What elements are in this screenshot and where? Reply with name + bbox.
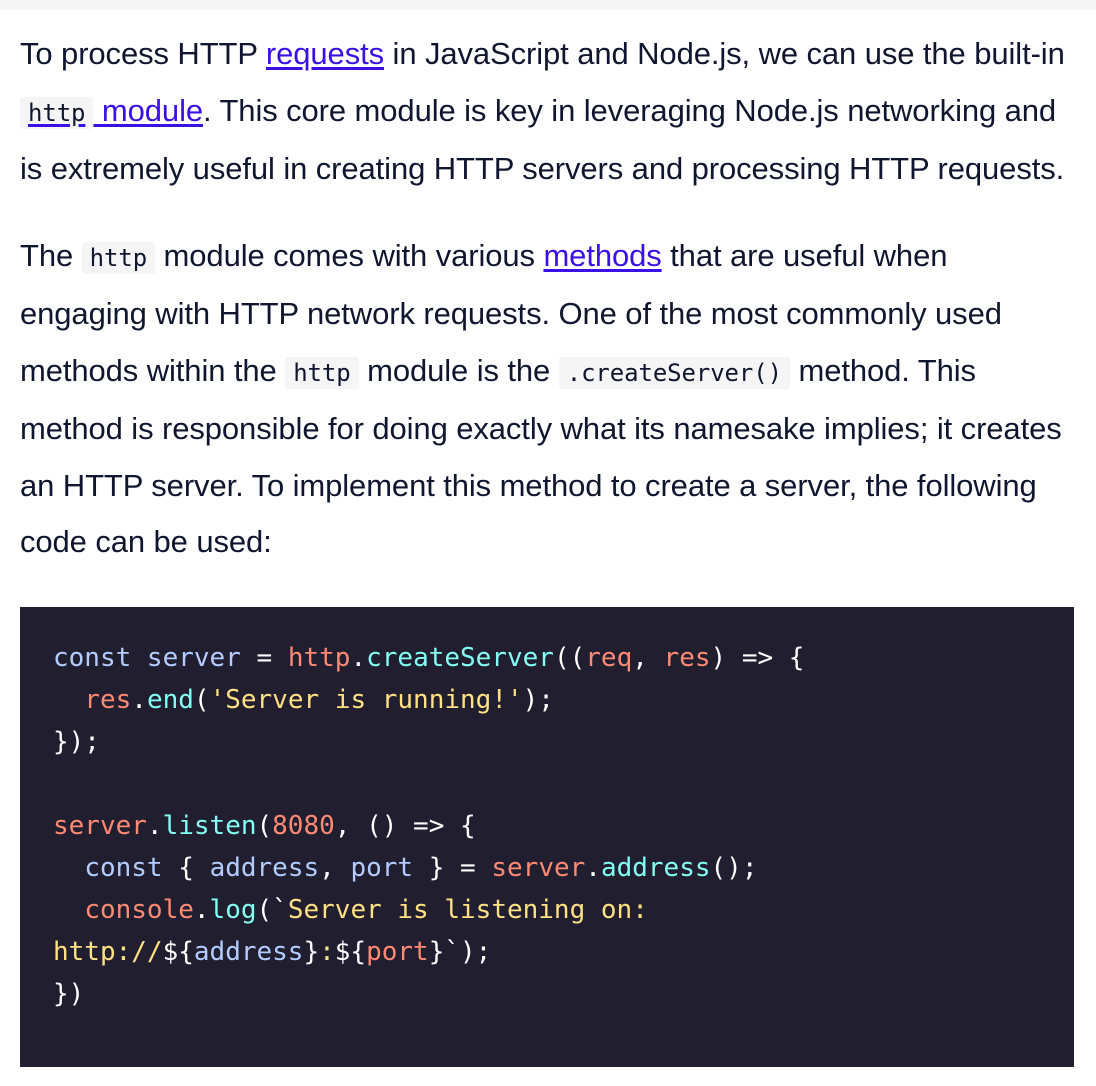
methods-paragraph: The http module comes with various metho…: [20, 228, 1076, 571]
http-inline-code: http: [20, 96, 94, 129]
article-body: To process HTTP requests in JavaScript a…: [0, 26, 1096, 1067]
code-line: server.listen(8080, () => {: [53, 810, 476, 841]
module-link-text: module: [93, 92, 203, 128]
code-line: console.log(`Server is listening on:: [84, 894, 648, 925]
text: To process HTTP: [20, 36, 266, 71]
text: module is the: [358, 352, 559, 388]
code-block: const server = http.createServer((req, r…: [20, 606, 1074, 1067]
code-line: }): [53, 978, 85, 1009]
methods-link[interactable]: methods: [543, 238, 661, 273]
code-line: const server = http.createServer((req, r…: [53, 642, 805, 673]
text: in JavaScript and Node.js, we can use th…: [384, 36, 1065, 71]
text: module comes with various: [155, 237, 544, 273]
top-bar: [0, 0, 1096, 10]
code-line: const { address, port } = server.address…: [84, 852, 758, 883]
code-line: });: [53, 726, 100, 757]
code-line: res.end('Server is running!');: [84, 684, 554, 715]
http-inline-code: http: [285, 356, 359, 389]
create-server-inline-code: .createServer(): [558, 356, 790, 389]
code-line: http://${address}:${port}`);: [53, 936, 492, 967]
code-content: const server = http.createServer((req, r…: [53, 637, 1041, 1015]
text: The: [20, 237, 82, 273]
http-module-link[interactable]: http module: [20, 92, 203, 129]
intro-paragraph: To process HTTP requests in JavaScript a…: [20, 26, 1076, 198]
requests-link[interactable]: requests: [266, 36, 384, 71]
http-inline-code: http: [81, 241, 156, 274]
